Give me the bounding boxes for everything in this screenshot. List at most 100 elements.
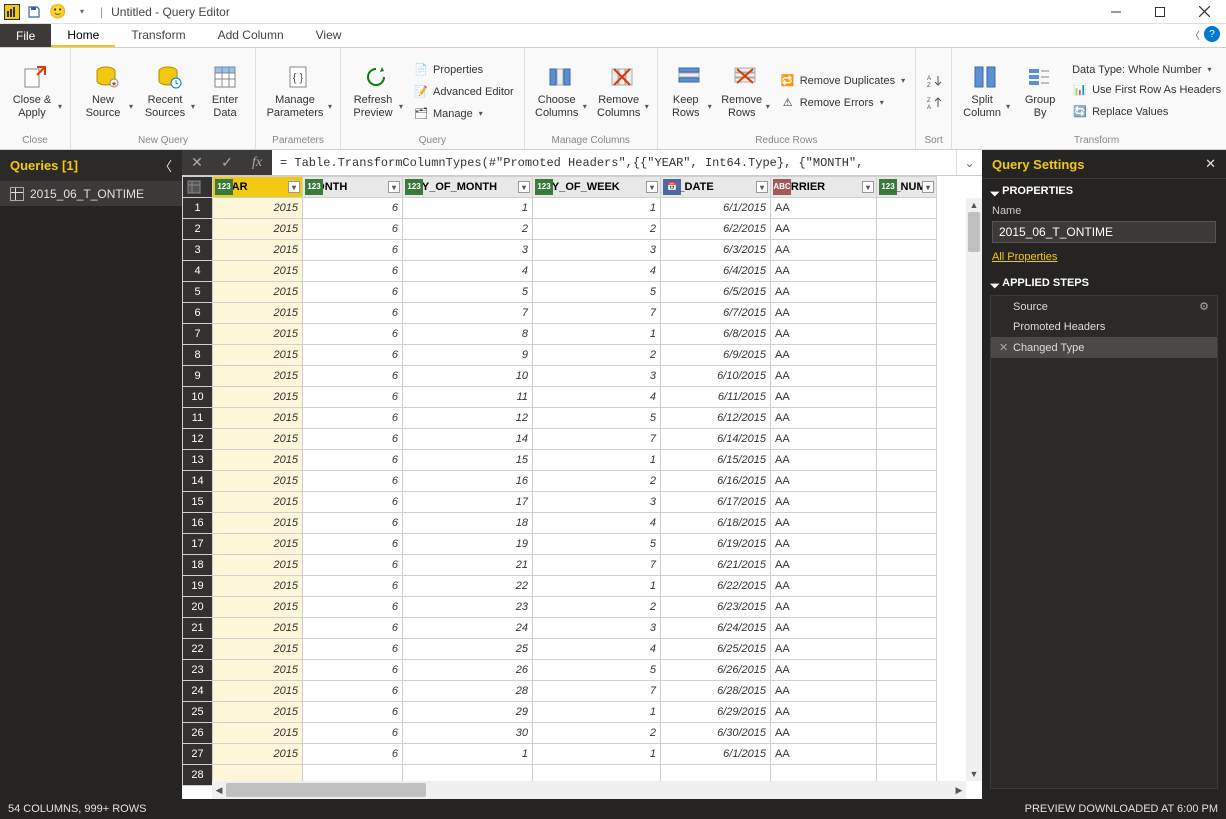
cell[interactable]: 5 (533, 408, 661, 429)
cell[interactable]: AA (771, 219, 877, 240)
cell[interactable]: 2015 (213, 429, 303, 450)
cell[interactable]: AA (771, 408, 877, 429)
cell[interactable]: 2 (403, 219, 533, 240)
column-header[interactable]: 123DAY_OF_WEEK▾ (533, 177, 661, 198)
cell[interactable]: 2015 (213, 261, 303, 282)
cell[interactable]: 7 (533, 303, 661, 324)
cell[interactable]: 2015 (213, 240, 303, 261)
cell[interactable]: 2 (533, 597, 661, 618)
cell[interactable]: 29 (403, 702, 533, 723)
cell[interactable]: 6/30/2015 (661, 723, 771, 744)
cell[interactable]: 25 (403, 639, 533, 660)
cell[interactable]: 11 (403, 387, 533, 408)
cell[interactable]: 3 (533, 240, 661, 261)
column-type-icon[interactable]: 123 (535, 179, 553, 195)
cell[interactable]: 5 (533, 534, 661, 555)
qat-dropdown-icon[interactable]: ▾ (72, 2, 92, 22)
first-row-headers-button[interactable]: 📊Use First Row As Headers▾ (1068, 80, 1226, 100)
cell[interactable]: 6 (303, 303, 403, 324)
cell[interactable]: 6 (303, 471, 403, 492)
cell[interactable] (877, 261, 937, 282)
cell[interactable]: AA (771, 597, 877, 618)
cell[interactable]: 2015 (213, 702, 303, 723)
cell[interactable]: AA (771, 366, 877, 387)
gear-icon[interactable]: ⚙ (1199, 300, 1209, 313)
cell[interactable]: AA (771, 324, 877, 345)
column-type-icon[interactable]: 123 (879, 179, 897, 195)
collapse-ribbon-icon[interactable]: 〈 (1190, 27, 1200, 42)
cell[interactable]: 1 (403, 198, 533, 219)
cell[interactable]: 7 (403, 303, 533, 324)
cell[interactable]: 1 (533, 324, 661, 345)
cell[interactable]: 6/15/2015 (661, 450, 771, 471)
cell[interactable]: 6 (303, 261, 403, 282)
close-settings-icon[interactable]: ✕ (1205, 156, 1216, 172)
cell[interactable]: AA (771, 681, 877, 702)
row-number[interactable]: 15 (183, 492, 213, 513)
cell[interactable]: 24 (403, 618, 533, 639)
cell[interactable] (877, 471, 937, 492)
cell[interactable]: 1 (533, 702, 661, 723)
cell[interactable]: AA (771, 450, 877, 471)
cell[interactable]: 6 (303, 219, 403, 240)
cell[interactable] (877, 639, 937, 660)
row-number[interactable]: 25 (183, 702, 213, 723)
cell[interactable]: 2015 (213, 282, 303, 303)
cell[interactable]: 2015 (213, 576, 303, 597)
split-column-button[interactable]: Split Column▾ (958, 60, 1012, 124)
cell[interactable] (877, 618, 937, 639)
cell[interactable]: 2015 (213, 366, 303, 387)
cell[interactable]: 2015 (213, 345, 303, 366)
smiley-icon[interactable]: 🙂 (48, 2, 68, 22)
cell[interactable]: 2015 (213, 219, 303, 240)
keep-rows-button[interactable]: Keep Rows▾ (664, 60, 714, 124)
cell[interactable]: 6/1/2015 (661, 198, 771, 219)
row-number[interactable]: 12 (183, 429, 213, 450)
cell[interactable]: 6 (303, 660, 403, 681)
cell[interactable]: 2015 (213, 597, 303, 618)
row-number[interactable]: 22 (183, 639, 213, 660)
cell[interactable]: 2 (533, 471, 661, 492)
cell[interactable]: AA (771, 513, 877, 534)
row-number[interactable]: 2 (183, 219, 213, 240)
cell[interactable]: 2015 (213, 723, 303, 744)
cell[interactable]: 14 (403, 429, 533, 450)
cell[interactable] (877, 450, 937, 471)
cell[interactable]: 2015 (213, 534, 303, 555)
table-corner[interactable] (183, 177, 213, 198)
column-filter-icon[interactable]: ▾ (388, 181, 400, 193)
cell[interactable]: 3 (533, 618, 661, 639)
save-icon[interactable] (24, 2, 44, 22)
cell[interactable]: 6/2/2015 (661, 219, 771, 240)
cell[interactable]: 6/22/2015 (661, 576, 771, 597)
applied-step[interactable]: Source⚙ (991, 296, 1217, 317)
row-number[interactable]: 17 (183, 534, 213, 555)
cell[interactable]: 2015 (213, 744, 303, 765)
row-number[interactable]: 28 (183, 765, 213, 786)
cell[interactable]: 22 (403, 576, 533, 597)
row-number[interactable]: 13 (183, 450, 213, 471)
cell[interactable]: 3 (533, 492, 661, 513)
cell[interactable]: 6 (303, 324, 403, 345)
cell[interactable]: 17 (403, 492, 533, 513)
cell[interactable] (877, 702, 937, 723)
cell[interactable]: 6 (303, 639, 403, 660)
row-number[interactable]: 1 (183, 198, 213, 219)
cell[interactable] (877, 408, 937, 429)
row-number[interactable]: 23 (183, 660, 213, 681)
cell[interactable]: AA (771, 492, 877, 513)
cell[interactable]: 6/10/2015 (661, 366, 771, 387)
cell[interactable]: AA (771, 534, 877, 555)
column-filter-icon[interactable]: ▾ (646, 181, 658, 193)
column-type-icon[interactable]: ABC (773, 179, 791, 195)
cell[interactable]: AA (771, 345, 877, 366)
cell[interactable] (877, 723, 937, 744)
cell[interactable]: 21 (403, 555, 533, 576)
row-number[interactable]: 10 (183, 387, 213, 408)
cell[interactable]: 1 (403, 744, 533, 765)
column-type-icon[interactable]: 123 (405, 179, 423, 195)
column-filter-icon[interactable]: ▾ (862, 181, 874, 193)
formula-input[interactable] (272, 150, 956, 175)
cell[interactable]: 6/7/2015 (661, 303, 771, 324)
file-tab[interactable]: File (0, 24, 51, 47)
